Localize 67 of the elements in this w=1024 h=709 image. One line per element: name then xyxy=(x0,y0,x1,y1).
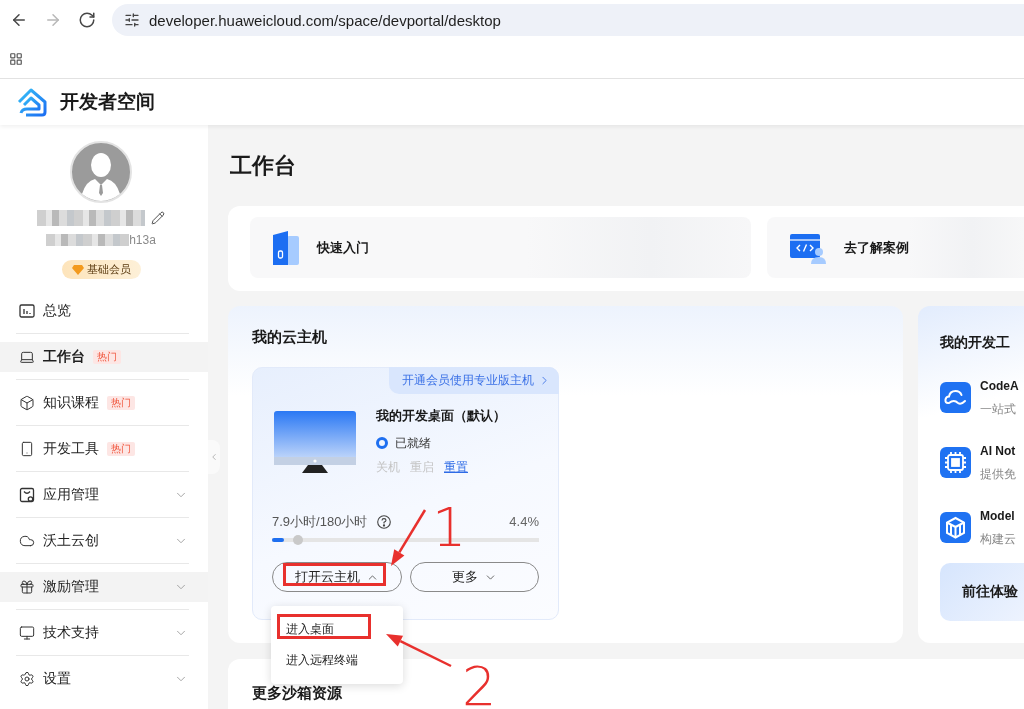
sidebar-item[interactable]: 沃土云创 xyxy=(0,526,208,556)
sidebar-item[interactable]: 设置 xyxy=(0,664,208,694)
tool-description: 一站式 xyxy=(980,400,1017,417)
app-window-icon xyxy=(19,487,35,503)
panel-title: 我的云主机 xyxy=(252,328,328,346)
door-icon xyxy=(273,230,299,265)
hot-tag: 热门 xyxy=(107,396,135,410)
upgrade-link[interactable]: 开通会员使用专业版主机 xyxy=(389,367,559,394)
panel-title: 我的开发工 xyxy=(940,333,1011,352)
sidebar-item[interactable]: 技术支持 xyxy=(0,618,208,648)
house-logo-icon xyxy=(16,86,48,118)
sidebar-item[interactable]: 应用管理 xyxy=(0,480,208,510)
avatar-icon xyxy=(70,141,132,203)
try-now-button[interactable]: 前往体验 xyxy=(940,563,1024,621)
pencil-icon[interactable] xyxy=(151,211,165,225)
monitor-icon xyxy=(19,625,35,641)
status-text: 已就绪 xyxy=(395,435,431,452)
reload-icon xyxy=(78,11,96,29)
chevron-left-icon xyxy=(209,452,219,462)
annotation-arrow xyxy=(391,509,427,566)
account-id-text: h13a xyxy=(129,233,156,247)
sidebar-item[interactable]: 激励管理 xyxy=(0,572,208,602)
membership-badge: 基础会员 xyxy=(61,260,141,279)
sidebar-item[interactable]: 工作台 热门 xyxy=(0,342,208,372)
app-title: 开发者空间 xyxy=(60,90,155,114)
site-settings-icon[interactable] xyxy=(124,12,140,28)
address-bar[interactable]: developer.huaweicloud.com/space/devportal/desktop xyxy=(112,4,1024,36)
tool-name[interactable]: AI Not xyxy=(980,442,1016,459)
diamond-icon xyxy=(71,264,84,275)
action-link[interactable]: 重置 xyxy=(444,458,468,476)
tool-name[interactable]: CodeA xyxy=(980,377,1019,394)
desktop-name: 我的开发桌面（默认） xyxy=(376,407,506,425)
annotation-arrow xyxy=(386,634,452,668)
menu-item[interactable]: 进入远程终端 xyxy=(271,645,403,676)
usage-text: 7.9小时/180小时 xyxy=(272,513,368,531)
sidebar-item[interactable]: 知识课程 热门 xyxy=(0,388,208,418)
hot-tag: 热门 xyxy=(107,442,135,456)
tool-description: 构建云 xyxy=(980,530,1016,547)
sidebar-item[interactable]: 开发工具 热门 xyxy=(0,434,208,464)
chart-icon xyxy=(19,303,35,319)
menu-item[interactable]: 进入桌面 xyxy=(271,614,403,645)
usage-percent: 4.4% xyxy=(509,513,539,531)
tool-description: 提供免 xyxy=(980,465,1016,482)
apps-grid-icon[interactable] xyxy=(9,52,23,66)
tool-name[interactable]: Model xyxy=(980,507,1016,524)
page-title: 工作台 xyxy=(230,152,297,180)
cube-icon xyxy=(19,395,35,411)
quick-link-tile[interactable]: 快速入门 xyxy=(250,217,751,278)
phone-icon xyxy=(19,441,35,457)
code-window-icon xyxy=(790,231,826,264)
gift-icon xyxy=(19,579,35,595)
chip-icon xyxy=(940,446,971,478)
hot-tag: 热门 xyxy=(93,350,121,364)
quick-link-tile[interactable]: 去了解案例 xyxy=(767,217,1024,278)
striped-cube-icon xyxy=(940,511,971,543)
monitor-icon xyxy=(274,411,356,473)
help-icon xyxy=(377,515,392,529)
laptop-icon xyxy=(19,349,35,365)
sidebar-item[interactable]: 总览 xyxy=(0,296,208,326)
settings-icon xyxy=(19,671,35,687)
arrow-right-icon xyxy=(44,11,62,29)
status-ring-icon xyxy=(376,437,388,449)
annotation-number: 1 xyxy=(432,501,467,555)
panel-title: 更多沙箱资源 xyxy=(252,684,343,702)
annotation-number: 2 xyxy=(462,660,497,709)
cloud-icon xyxy=(19,533,35,549)
cloud-wave-icon xyxy=(940,381,971,413)
